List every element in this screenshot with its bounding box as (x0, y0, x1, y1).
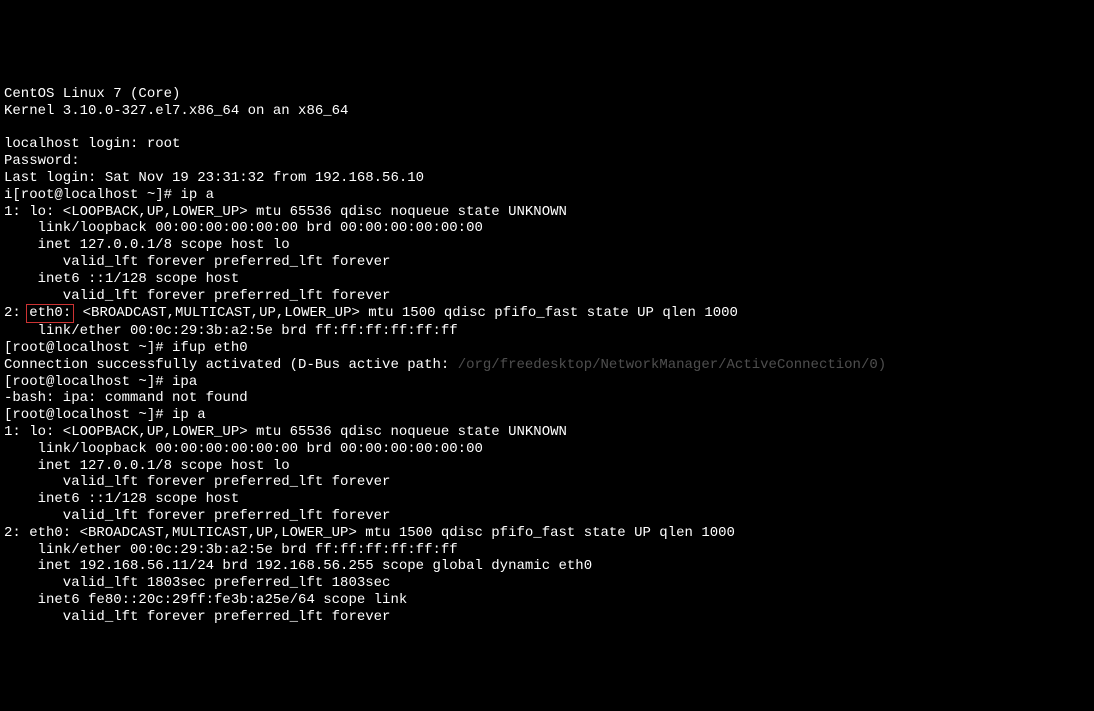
lo-valid6-1: valid_lft forever preferred_lft forever (4, 288, 390, 304)
dbus-msg-b: /org/freedesktop/NetworkManager/ActiveCo… (458, 357, 886, 373)
lo-inet-2: inet 127.0.0.1/8 scope host lo (4, 458, 290, 474)
prompt-ip-a-1: i[root@localhost ~]# ip a (4, 187, 214, 203)
eth0-valid6: valid_lft forever preferred_lft forever (4, 609, 390, 625)
prompt-ifup: [root@localhost ~]# ifup eth0 (4, 340, 248, 356)
prompt-ipa: [root@localhost ~]# ipa (4, 374, 197, 390)
terminal-output[interactable]: CentOS Linux 7 (Core) Kernel 3.10.0-327.… (0, 67, 1094, 627)
iface-lo-header-2: 1: lo: <LOOPBACK,UP,LOWER_UP> mtu 65536 … (4, 424, 567, 440)
kernel-banner: Kernel 3.10.0-327.el7.x86_64 on an x86_6… (4, 103, 348, 119)
lo-valid-2: valid_lft forever preferred_lft forever (4, 474, 390, 490)
lo-link-2: link/loopback 00:00:00:00:00:00 brd 00:0… (4, 441, 483, 457)
lo-valid6-2: valid_lft forever preferred_lft forever (4, 508, 390, 524)
password-prompt: Password: (4, 153, 80, 169)
iface-eth0-suffix: <BROADCAST,MULTICAST,UP,LOWER_UP> mtu 15… (74, 305, 738, 321)
lo-inet6-2: inet6 ::1/128 scope host (4, 491, 239, 507)
eth0-highlight: eth0: (26, 304, 74, 323)
lo-inet6-1: inet6 ::1/128 scope host (4, 271, 239, 287)
prompt-ip-a-2: [root@localhost ~]# ip a (4, 407, 206, 423)
eth0-valid: valid_lft 1803sec preferred_lft 1803sec (4, 575, 390, 591)
os-banner: CentOS Linux 7 (Core) (4, 86, 180, 102)
iface-eth0-header-2: 2: eth0: <BROADCAST,MULTICAST,UP,LOWER_U… (4, 525, 735, 541)
login-prompt: localhost login: root (4, 136, 180, 152)
dbus-msg-a: Connection successfully activated (D-Bus… (4, 357, 458, 373)
eth0-inet: inet 192.168.56.11/24 brd 192.168.56.255… (4, 558, 592, 574)
eth0-inet6: inet6 fe80::20c:29ff:fe3b:a25e/64 scope … (4, 592, 407, 608)
eth0-link-2: link/ether 00:0c:29:3b:a2:5e brd ff:ff:f… (4, 542, 458, 558)
lo-valid-1: valid_lft forever preferred_lft forever (4, 254, 390, 270)
iface-lo-header-1: 1: lo: <LOOPBACK,UP,LOWER_UP> mtu 65536 … (4, 204, 567, 220)
lo-link-1: link/loopback 00:00:00:00:00:00 brd 00:0… (4, 220, 483, 236)
lo-inet-1: inet 127.0.0.1/8 scope host lo (4, 237, 290, 253)
eth0-link-1: link/ether 00:0c:29:3b:a2:5e brd ff:ff:f… (4, 323, 458, 339)
bash-error: -bash: ipa: command not found (4, 390, 248, 406)
last-login: Last login: Sat Nov 19 23:31:32 from 192… (4, 170, 424, 186)
